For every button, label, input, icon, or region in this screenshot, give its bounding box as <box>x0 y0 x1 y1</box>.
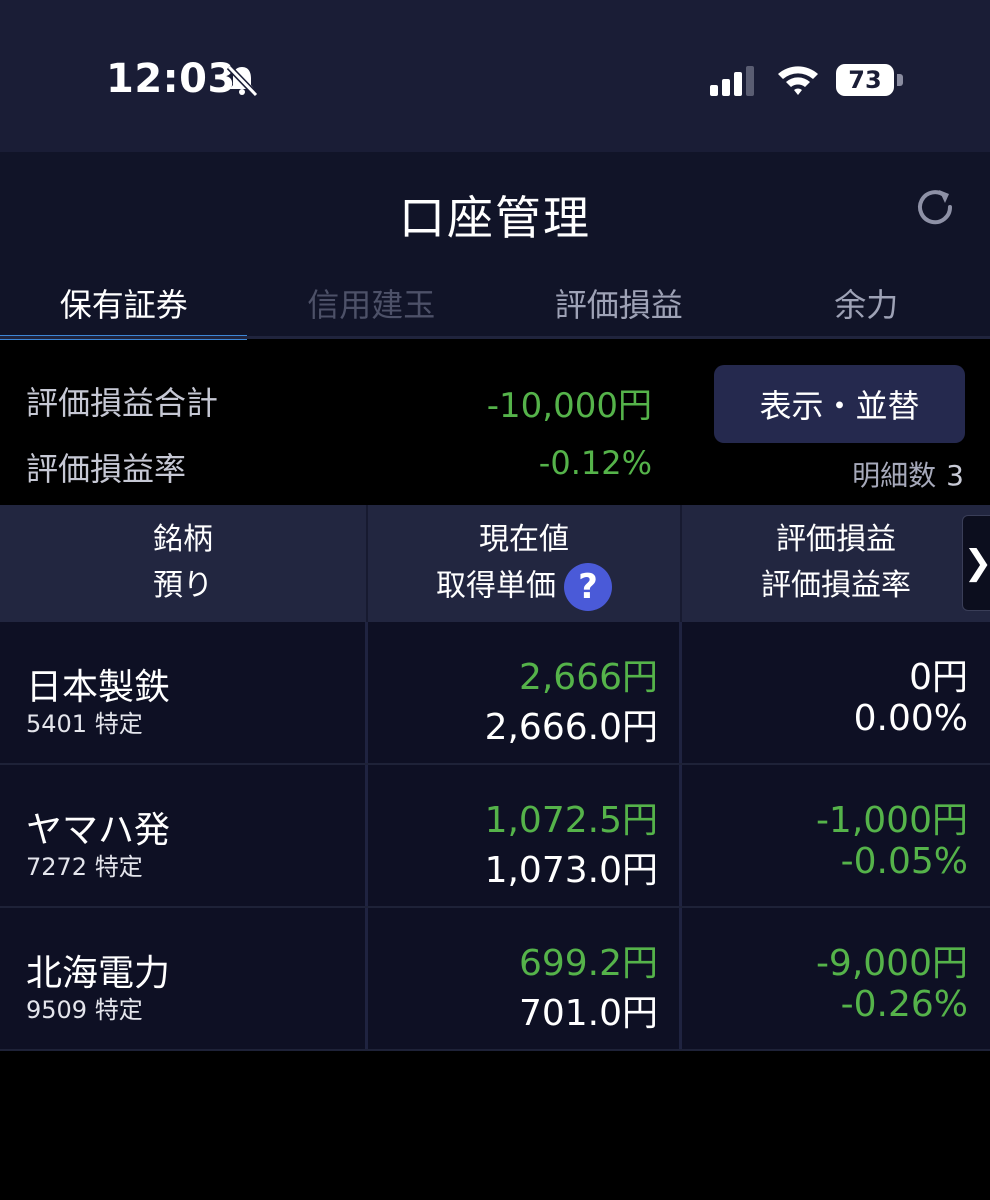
battery-indicator: 73 <box>836 64 894 96</box>
pl-rate-value: -0.12% <box>538 444 652 482</box>
stock-code: 5401 特定 <box>26 710 143 738</box>
holdings-list: 日本製鉄 5401 特定 2,666円 2,666.0円 0円 0.00% ヤマ… <box>0 622 990 1051</box>
detail-count: 明細数 3 <box>852 454 964 494</box>
column-divider <box>679 765 682 906</box>
tab-margin-positions[interactable]: 信用建玉 <box>248 274 496 338</box>
profit-loss: -1,000円 <box>815 800 968 841</box>
profit-loss: 0円 <box>909 657 968 698</box>
stock-code: 9509 特定 <box>26 996 143 1024</box>
tab-divider <box>0 336 990 339</box>
battery-cap <box>897 74 903 86</box>
header-price[interactable]: 現在値 取得単価? <box>368 505 680 622</box>
header-current-price: 現在値 <box>479 522 569 557</box>
clock: 12:03 <box>106 56 236 102</box>
tab-holdings[interactable]: 保有証券 <box>0 274 248 340</box>
table-row[interactable]: 北海電力 9509 特定 699.2円 701.0円 -9,000円 -0.26… <box>0 908 990 1051</box>
tab-profit-loss[interactable]: 評価損益 <box>495 274 743 338</box>
profit-loss: -9,000円 <box>815 943 968 984</box>
header-custody: 預り <box>153 568 213 603</box>
header-acquisition-price: 取得単価 <box>436 568 556 604</box>
header-pl-rate: 評価損益率 <box>761 568 911 603</box>
profit-loss-rate: -0.26% <box>840 984 968 1025</box>
acquisition-price: 701.0円 <box>518 993 658 1034</box>
column-divider <box>365 765 368 906</box>
total-pl-label: 評価損益合計 <box>26 384 219 422</box>
tab-buying-power[interactable]: 余力 <box>743 274 990 338</box>
column-divider <box>365 622 368 763</box>
stock-code: 7272 特定 <box>26 853 143 881</box>
current-price: 2,666円 <box>518 657 658 698</box>
stock-name: 北海電力 <box>26 953 171 994</box>
page-title: 口座管理 <box>399 191 591 245</box>
total-pl-value: -10,000円 <box>486 386 652 426</box>
cellular-signal-icon <box>710 66 754 96</box>
detail-count-value: 3 <box>946 459 964 492</box>
profit-loss-rate: -0.05% <box>840 841 968 882</box>
header-pl: 評価損益 <box>776 522 896 557</box>
refresh-icon[interactable] <box>912 184 958 230</box>
stock-name: ヤマハ発 <box>26 810 171 851</box>
current-price: 1,072.5円 <box>484 800 658 841</box>
header-stock-name: 銘柄 <box>153 522 213 557</box>
column-divider <box>679 622 682 763</box>
header-stock[interactable]: 銘柄 預り <box>0 505 366 622</box>
status-bar: 12:03 73 <box>0 0 990 152</box>
stock-name: 日本製鉄 <box>26 667 171 708</box>
display-sort-button[interactable]: 表示・並替 <box>714 365 965 443</box>
nav-header: 口座管理 保有証券 信用建玉 評価損益 余力 <box>0 152 990 340</box>
table-row[interactable]: ヤマハ発 7272 特定 1,072.5円 1,073.0円 -1,000円 -… <box>0 765 990 908</box>
help-icon[interactable]: ? <box>564 563 612 611</box>
bell-muted-icon <box>226 64 259 98</box>
table-header: 銘柄 預り 現在値 取得単価? 評価損益 評価損益率 <box>0 505 990 622</box>
column-divider <box>365 908 368 1049</box>
summary-panel: 評価損益合計 -10,000円 評価損益率 -0.12% 表示・並替 明細数 3 <box>0 340 990 505</box>
pl-rate-label: 評価損益率 <box>26 450 187 488</box>
wifi-icon <box>778 66 818 95</box>
column-divider <box>679 908 682 1049</box>
profit-loss-rate: 0.00% <box>853 698 968 739</box>
table-row[interactable]: 日本製鉄 5401 特定 2,666円 2,666.0円 0円 0.00% <box>0 622 990 765</box>
current-price: 699.2円 <box>518 943 658 984</box>
acquisition-price: 1,073.0円 <box>484 850 658 891</box>
header-profit-loss[interactable]: 評価損益 評価損益率 <box>682 505 990 622</box>
detail-count-label: 明細数 <box>852 459 937 492</box>
acquisition-price: 2,666.0円 <box>484 707 658 748</box>
scroll-right-arrow-icon[interactable]: ❯ <box>962 515 990 611</box>
tab-bar: 保有証券 信用建玉 評価損益 余力 <box>0 274 990 340</box>
